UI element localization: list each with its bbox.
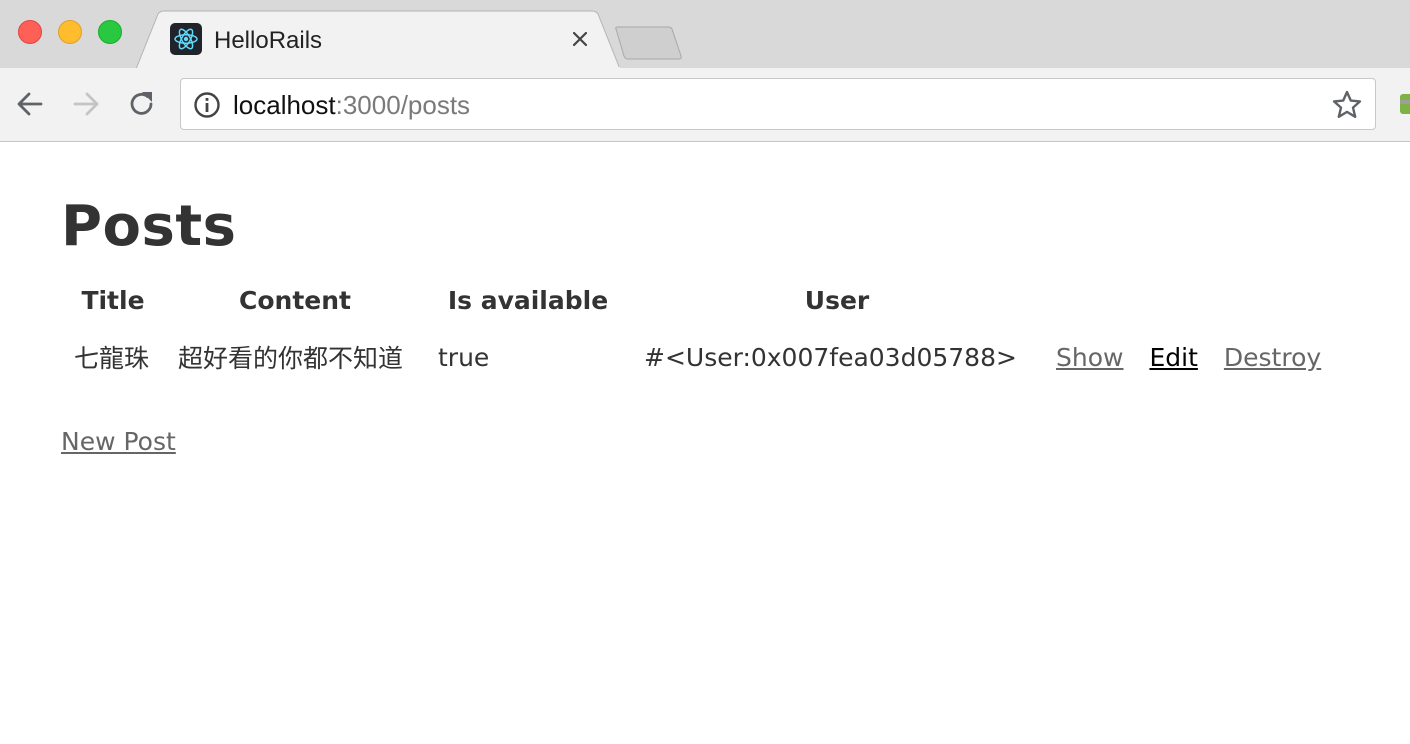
column-header-user: User <box>804 286 870 315</box>
cell-edit: Edit <box>1136 329 1210 385</box>
window-minimize-button[interactable] <box>58 20 82 44</box>
column-header-content: Content <box>239 286 351 315</box>
new-post-link[interactable]: New Post <box>61 427 176 456</box>
url-text[interactable]: localhost:3000/posts <box>233 90 470 121</box>
column-header-action-show <box>1043 280 1136 329</box>
back-arrow-icon[interactable] <box>12 86 48 122</box>
column-header-title: Title <box>81 286 145 315</box>
window-close-button[interactable] <box>18 20 42 44</box>
posts-table: Title Content Is available User 七龍珠 超好看的… <box>61 280 1334 385</box>
browser-toolbar: localhost:3000/posts <box>0 68 1410 142</box>
cell-user: #<User:0x007fea03d05788> <box>644 342 1017 372</box>
cell-title: 七龍珠 <box>74 344 150 373</box>
tab-title: HelloRails <box>214 27 323 54</box>
page-content: Posts Title Content Is available User 七龍… <box>0 142 1410 744</box>
table-row: 七龍珠 超好看的你都不知道 true #<User:0x007fea03d057… <box>61 329 1334 385</box>
extension-icon[interactable] <box>1396 88 1410 120</box>
cell-is-available: true <box>438 342 490 372</box>
page-title: Posts <box>61 194 237 259</box>
url-host: localhost <box>233 90 336 120</box>
window-zoom-button[interactable] <box>98 20 122 44</box>
url-path: :3000/posts <box>335 90 471 120</box>
browser-tab[interactable]: HelloRails <box>170 23 600 57</box>
column-header-action-destroy <box>1211 280 1334 329</box>
tab-close-icon[interactable] <box>568 27 592 51</box>
bookmark-star-icon[interactable] <box>1331 89 1363 121</box>
destroy-link[interactable]: Destroy <box>1224 343 1321 372</box>
show-link[interactable]: Show <box>1056 343 1123 372</box>
edit-link[interactable]: Edit <box>1149 343 1197 372</box>
reload-icon[interactable] <box>124 86 160 122</box>
cell-show: Show <box>1043 329 1136 385</box>
info-icon[interactable] <box>193 91 221 119</box>
cell-content: 超好看的你都不知道 <box>178 344 404 373</box>
new-tab-button[interactable] <box>614 26 684 60</box>
forward-arrow-icon[interactable] <box>68 86 104 122</box>
column-header-action-edit <box>1136 280 1210 329</box>
browser-tab-strip: HelloRails <box>0 0 1410 70</box>
cell-destroy: Destroy <box>1211 329 1334 385</box>
table-header-row: Title Content Is available User <box>61 280 1334 329</box>
address-bar[interactable]: localhost:3000/posts <box>180 78 1376 130</box>
react-logo-icon <box>170 23 202 55</box>
column-header-is-available: Is available <box>447 286 609 315</box>
